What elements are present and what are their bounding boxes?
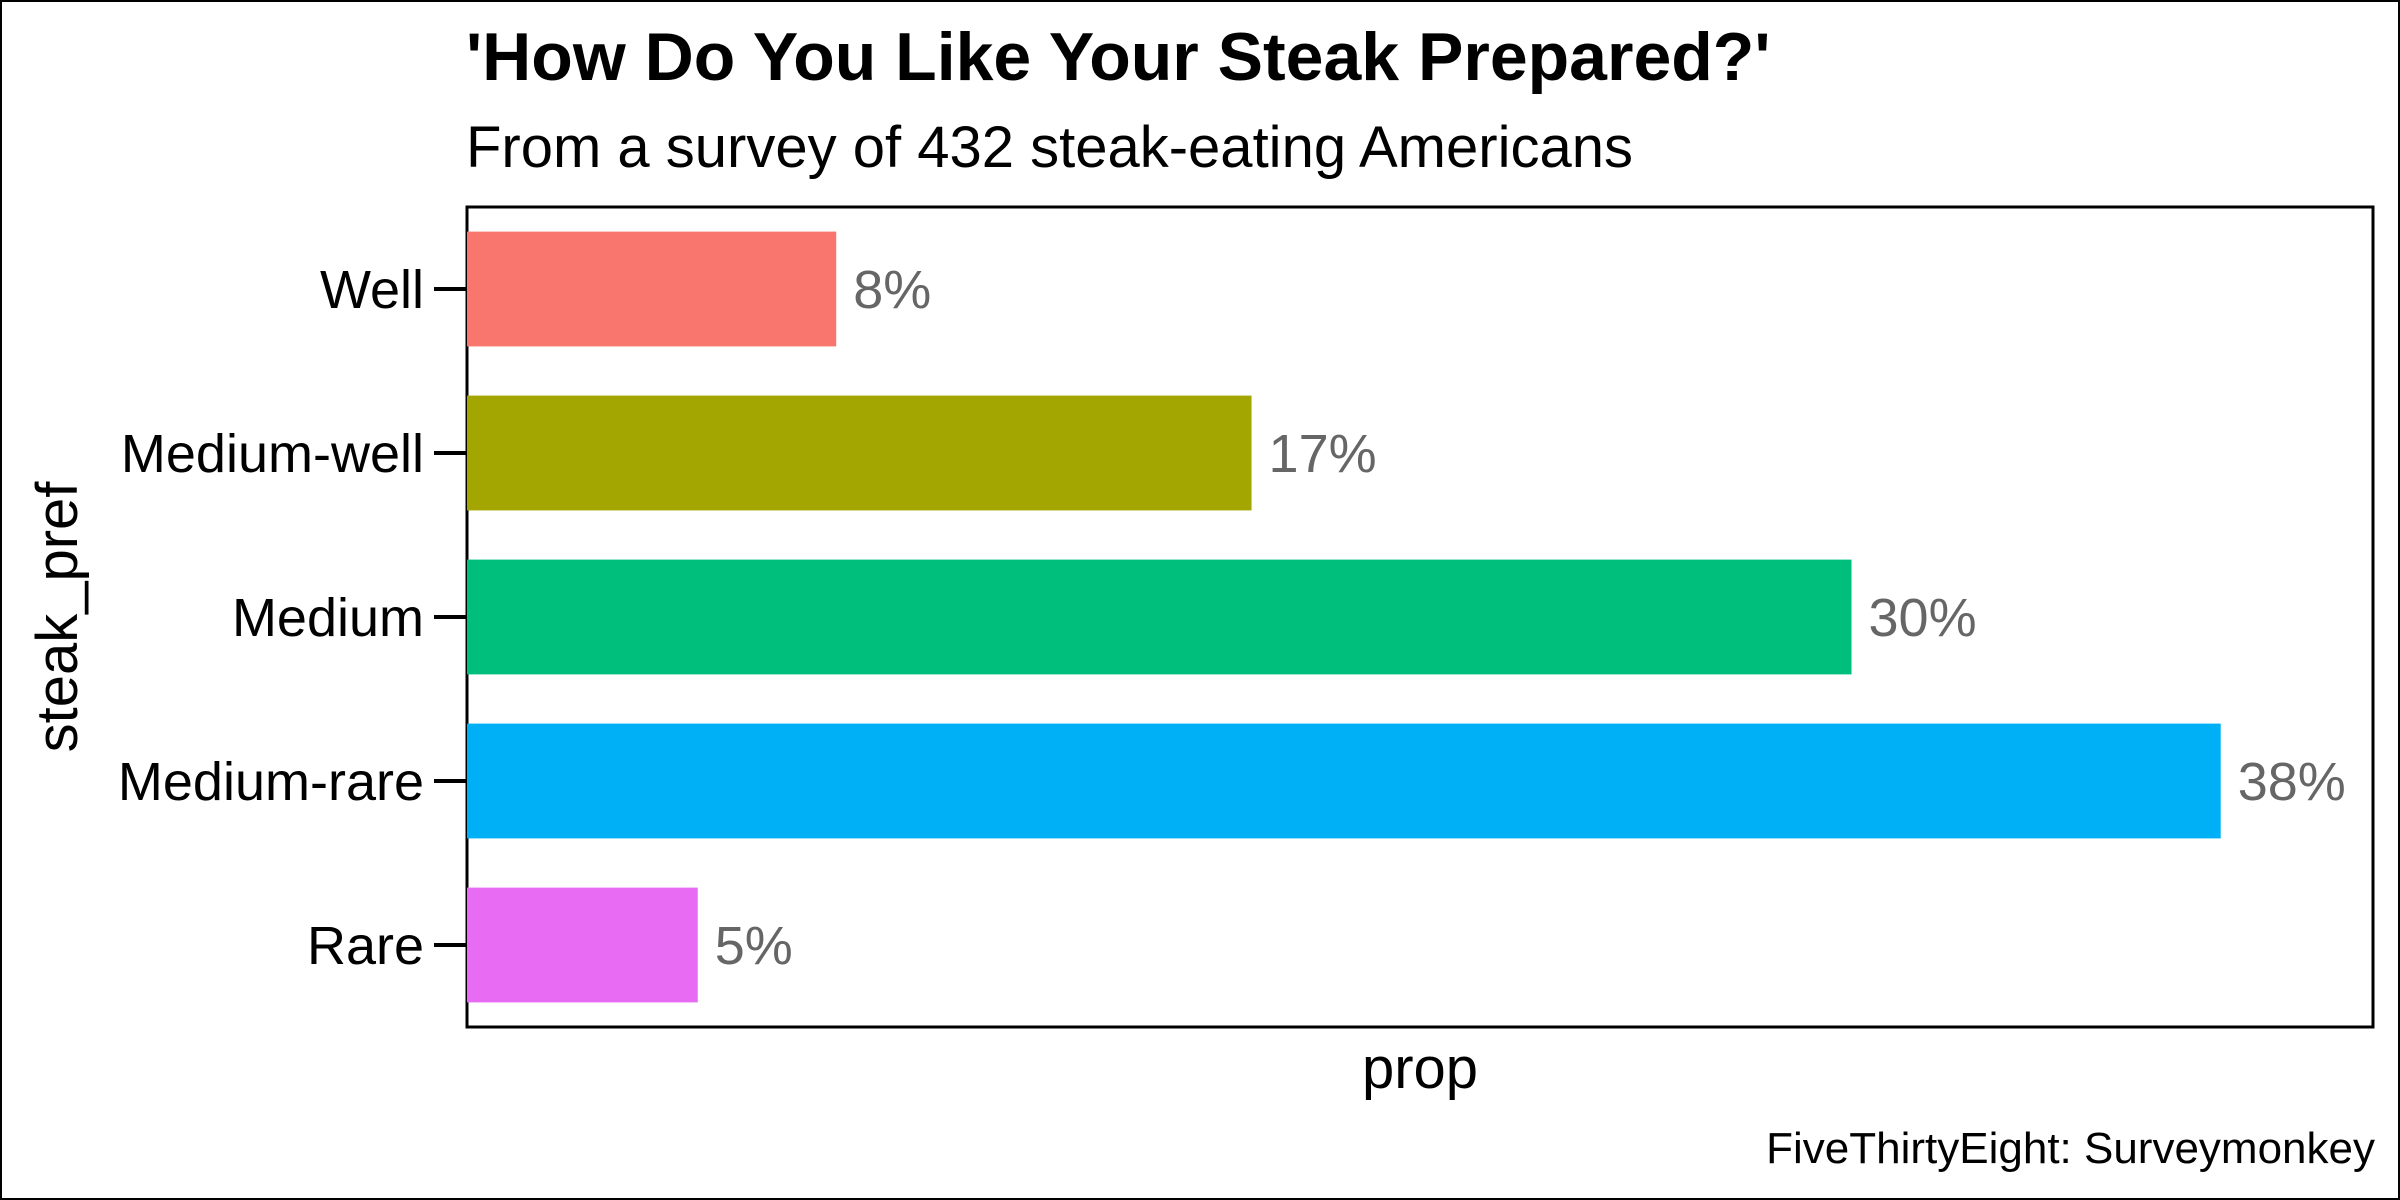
y-tick-label-well: Well xyxy=(320,260,424,320)
y-axis-ticks: Well Medium-well Medium Medium-rare Rare xyxy=(118,260,467,976)
bar-medium-well xyxy=(467,395,1252,511)
y-tick-label-medium-well: Medium-well xyxy=(121,424,424,484)
data-label-rare: 5% xyxy=(715,916,793,976)
data-label-well: 8% xyxy=(853,260,931,320)
chart-caption: FiveThirtyEight: Surveymonkey xyxy=(1766,1124,2375,1173)
chart-subtitle: From a survey of 432 steak-eating Americ… xyxy=(466,115,1633,180)
bar-rare xyxy=(467,887,698,1003)
chart-title: 'How Do You Like Your Steak Prepared?' xyxy=(466,19,1771,95)
y-tick-label-medium: Medium xyxy=(232,588,424,648)
bar-well xyxy=(467,231,837,347)
y-axis-title: steak_pref xyxy=(25,481,90,753)
bar-medium xyxy=(467,559,1852,675)
bar-medium-rare xyxy=(467,723,2221,839)
y-tick-label-medium-rare: Medium-rare xyxy=(118,752,424,812)
data-label-medium: 30% xyxy=(1869,588,1977,648)
x-axis-title: prop xyxy=(1362,1036,1478,1101)
steak-preference-bar-chart: 'How Do You Like Your Steak Prepared?' F… xyxy=(25,19,2375,1173)
data-label-medium-well: 17% xyxy=(1269,424,1377,484)
data-label-medium-rare: 38% xyxy=(2238,752,2346,812)
y-tick-label-rare: Rare xyxy=(307,916,424,976)
